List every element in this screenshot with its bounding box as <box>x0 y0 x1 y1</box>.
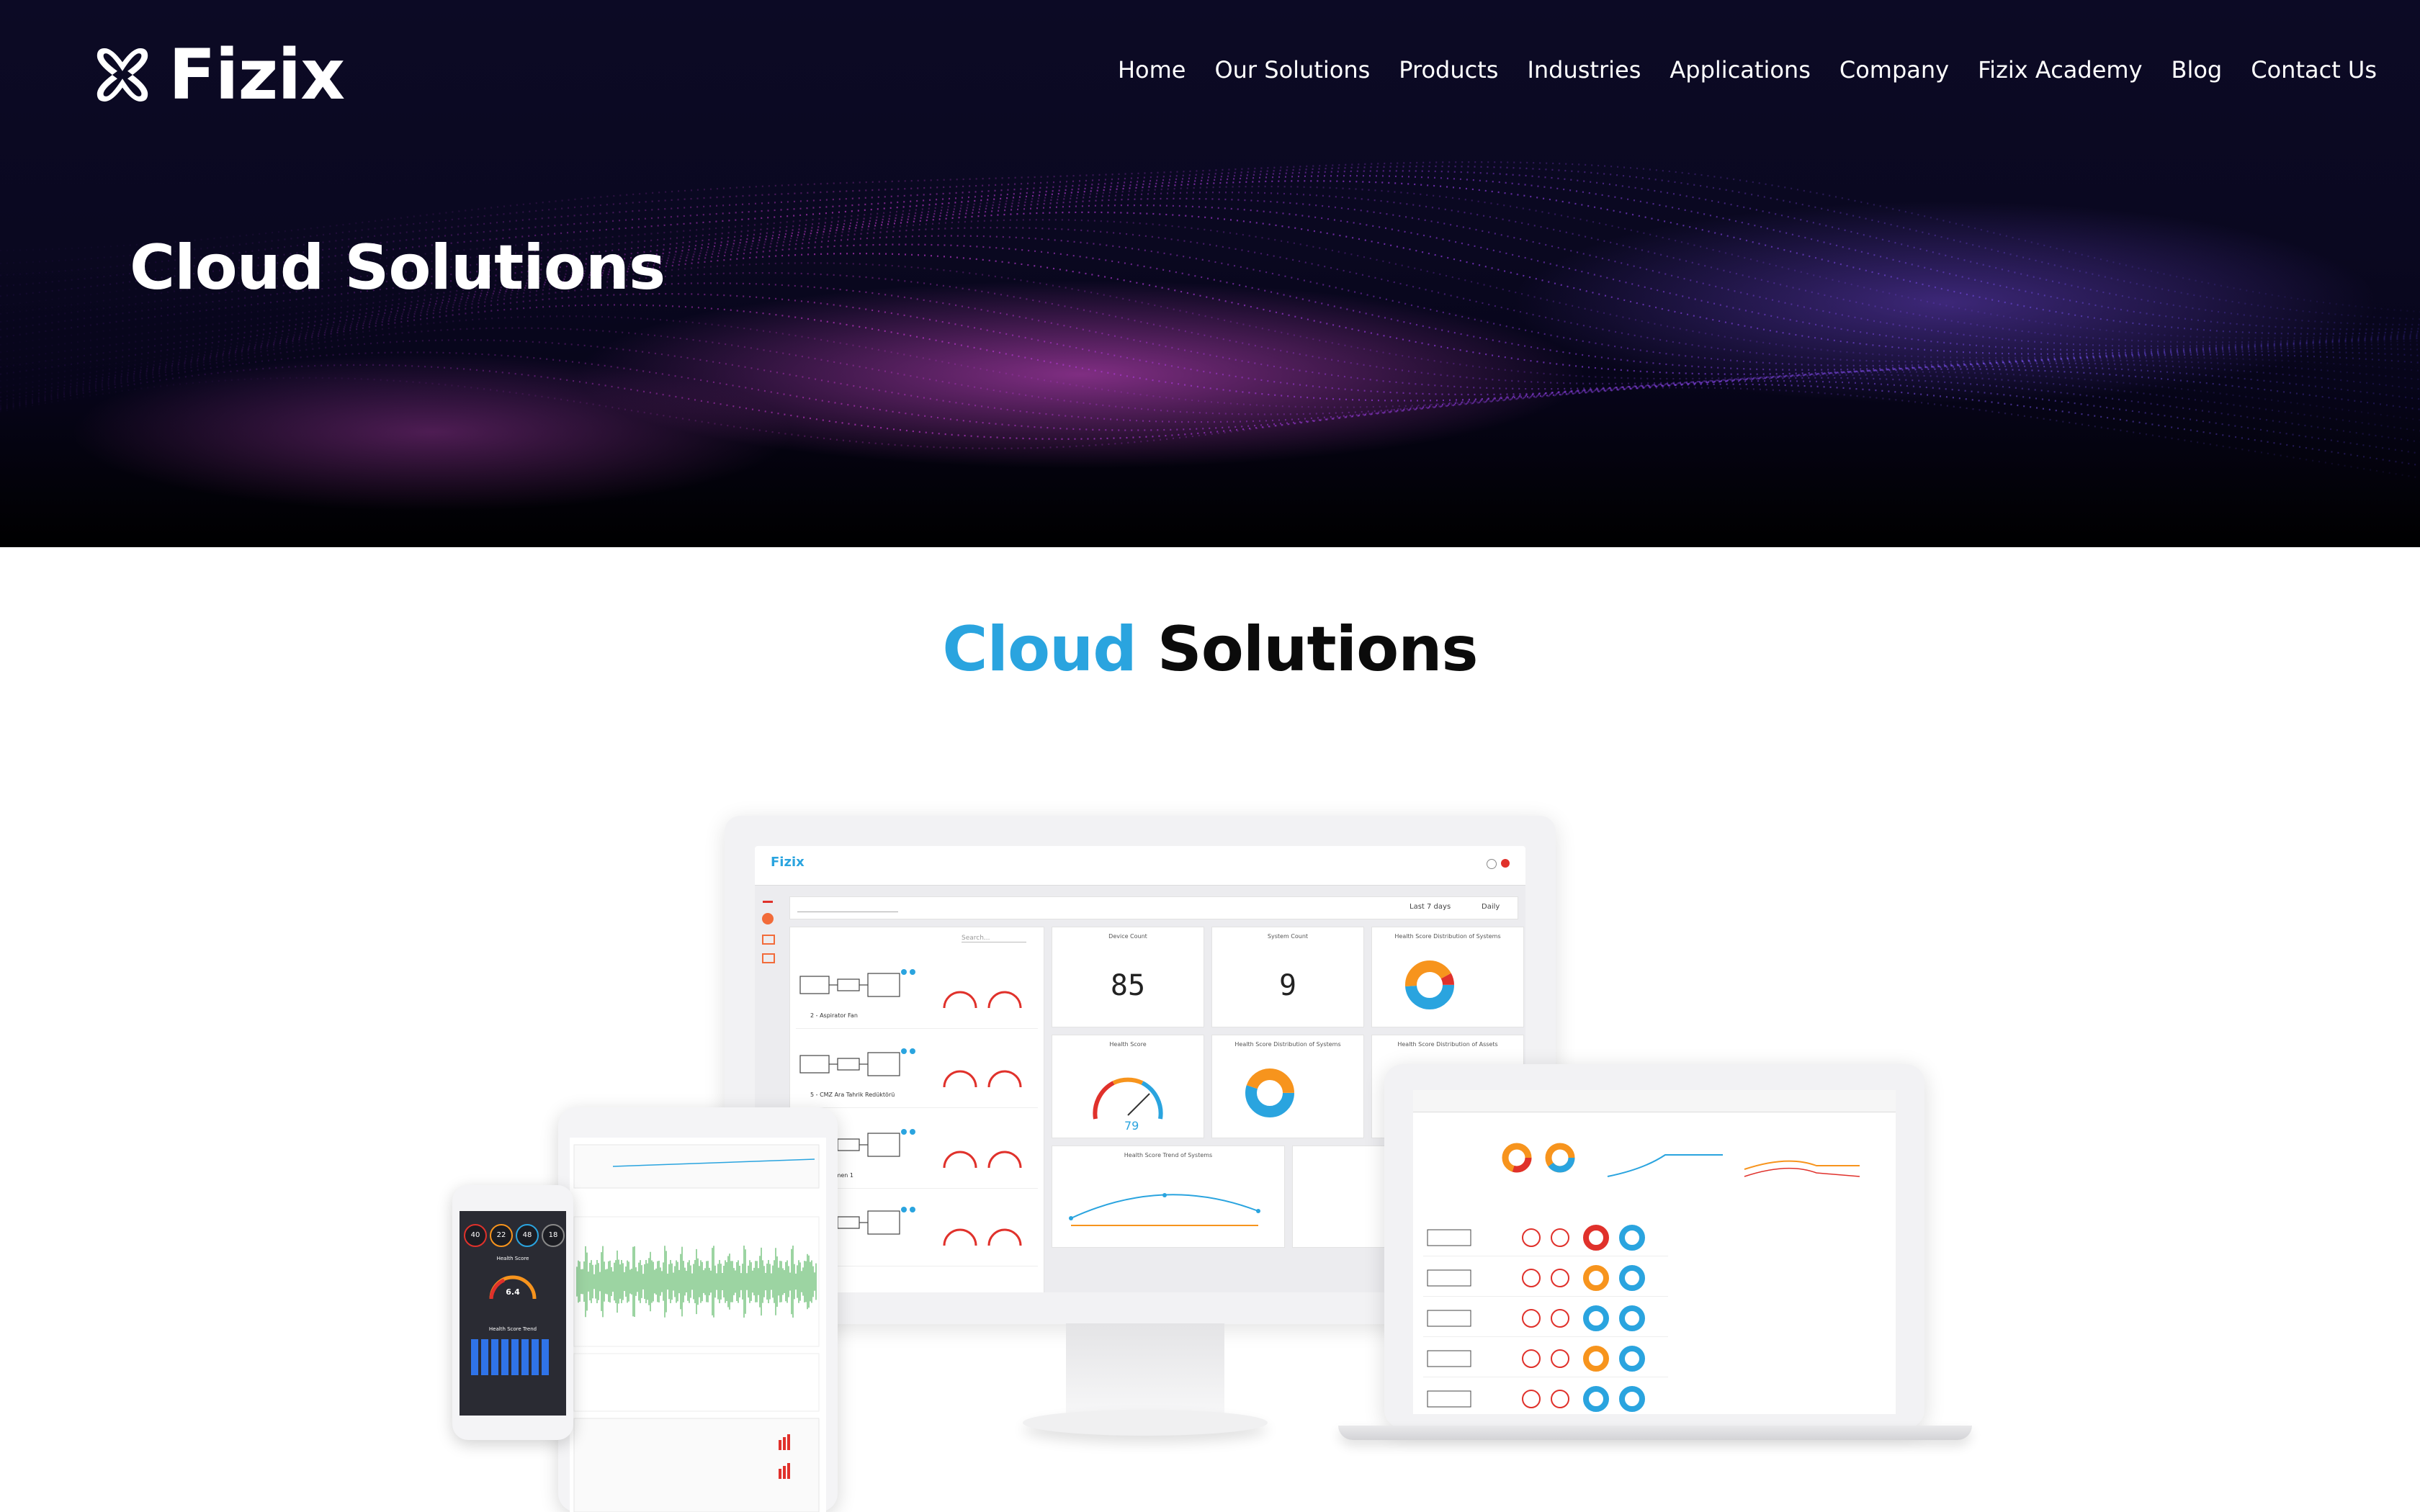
hero-banner: Fizix Home Our Solutions Products Indust… <box>0 0 2420 547</box>
systems-distribution-card: Health Score Distribution of Systems <box>1211 1035 1364 1138</box>
systems-distribution-label: Health Score Distribution of Systems <box>1234 1041 1341 1048</box>
monitor-stand <box>1066 1323 1224 1416</box>
device-count-card: Device Count 85 <box>1052 927 1204 1027</box>
asset-name: 5 - CMZ Ara Tahrik Redüktörü <box>810 1092 895 1098</box>
brand-name: Fizix <box>169 35 345 115</box>
section-title-accent: Cloud <box>942 613 1137 685</box>
alerts-nav-icon[interactable] <box>762 953 775 963</box>
phone-stat-3: 48 <box>516 1224 539 1247</box>
system-count-label: System Count <box>1267 933 1309 940</box>
tablet-screen <box>570 1138 826 1512</box>
asset-search-input[interactable]: Search... <box>962 935 1026 942</box>
asset-row[interactable]: 5 - CMZ Ara Tahrik Redüktörü <box>796 1035 1038 1108</box>
laptop-asset-row[interactable] <box>1423 1260 1668 1297</box>
laptop-row-graphic <box>1427 1225 1645 1251</box>
laptop-row-graphic <box>1427 1346 1645 1372</box>
section-title-rest: Solutions <box>1157 613 1479 685</box>
laptop-dashboard-screen <box>1413 1090 1896 1414</box>
tablet-mockup <box>558 1107 838 1512</box>
tablet-vibration-chart <box>573 1144 820 1512</box>
asset-mini-gauges <box>943 1151 1022 1169</box>
phone-stat-4: 18 <box>542 1224 565 1247</box>
nav-products[interactable]: Products <box>1399 56 1498 84</box>
laptop-donuts <box>1502 1143 1575 1173</box>
phone-gauge <box>489 1275 537 1300</box>
menu-icon[interactable] <box>763 901 773 903</box>
phone-stat-2: 22 <box>490 1224 513 1247</box>
laptop-row-graphic <box>1427 1265 1645 1291</box>
section-title: Cloud Solutions <box>0 613 2420 685</box>
laptop-asset-row[interactable] <box>1423 1381 1668 1414</box>
nav-blog[interactable]: Blog <box>2172 56 2223 84</box>
phone-screen: 40 22 48 18 Health Score 6.4 Health Scor… <box>460 1211 566 1416</box>
machine-schematic-icon <box>799 969 915 997</box>
dashboard-logo: Fizix <box>771 855 805 870</box>
asset-select[interactable] <box>797 903 898 912</box>
laptop-row-graphic <box>1427 1386 1645 1412</box>
system-count-card: System Count 9 <box>1211 927 1364 1027</box>
asset-mini-gauges <box>943 1070 1022 1088</box>
phone-mockup: 40 22 48 18 Health Score 6.4 Health Scor… <box>452 1185 573 1440</box>
settings-icon[interactable] <box>1487 859 1497 869</box>
phone-bar-chart <box>471 1339 549 1375</box>
systems-donut-chart <box>1245 1068 1294 1117</box>
machine-schematic-icon <box>799 1048 915 1076</box>
phone-health-value: 6.4 <box>506 1287 520 1297</box>
dashboard-nav-icon[interactable] <box>762 913 774 924</box>
brand-logo[interactable]: Fizix <box>91 35 345 115</box>
trend-line-chart <box>1069 1193 1260 1226</box>
phone-stat-1: 40 <box>464 1224 487 1247</box>
hero-title: Cloud Solutions <box>130 232 666 304</box>
asset-mini-gauges <box>943 1228 1022 1246</box>
range-select[interactable]: Last 7 days <box>1410 903 1451 911</box>
monitor-base <box>1023 1410 1268 1436</box>
nav-home[interactable]: Home <box>1118 56 1186 84</box>
asset-mini-gauges <box>943 991 1022 1009</box>
phone-trend-label: Health Score Trend <box>488 1326 537 1332</box>
asset-name: 2 - Aspirator Fan <box>810 1012 858 1019</box>
dashboard-sidebar <box>761 896 775 972</box>
interval-select[interactable]: Daily <box>1482 903 1500 911</box>
main-navigation: Home Our Solutions Products Industries A… <box>1118 56 2377 84</box>
device-count-label: Device Count <box>1108 933 1147 940</box>
laptop-asset-row[interactable] <box>1423 1341 1668 1377</box>
nav-company[interactable]: Company <box>1839 56 1949 84</box>
nav-contact-us[interactable]: Contact Us <box>2251 56 2377 84</box>
dashboard-filter-bar: Last 7 days Daily <box>789 896 1518 919</box>
distribution-donut-chart <box>1405 960 1454 1009</box>
dashboard-header: Fizix <box>755 846 1525 886</box>
nav-our-solutions[interactable]: Our Solutions <box>1214 56 1370 84</box>
distribution-card: Health Score Distribution of Systems <box>1371 927 1524 1027</box>
trend-card: Health Score Trend of Systems <box>1052 1146 1285 1248</box>
laptop-asset-row[interactable] <box>1423 1300 1668 1337</box>
trend-label: Health Score Trend of Systems <box>1124 1152 1213 1158</box>
distribution-label: Health Score Distribution of Systems <box>1394 933 1501 940</box>
fizix-x-icon <box>97 48 148 102</box>
phone-health-label: Health Score <box>496 1256 529 1261</box>
assets-nav-icon[interactable] <box>762 935 775 945</box>
asset-row[interactable]: 2 - Aspirator Fan <box>796 956 1038 1029</box>
nav-industries[interactable]: Industries <box>1527 56 1641 84</box>
health-score-label: Health Score <box>1109 1041 1147 1048</box>
laptop-mockup <box>1384 1064 1924 1428</box>
nav-applications[interactable]: Applications <box>1670 56 1810 84</box>
device-count-value: 85 <box>1110 969 1146 1002</box>
phone-stats: 40 22 48 18 <box>464 1224 565 1247</box>
laptop-header <box>1413 1090 1896 1112</box>
system-count-value: 9 <box>1278 969 1297 1002</box>
laptop-base <box>1338 1426 1972 1440</box>
laptop-trend-charts <box>1607 1154 1860 1177</box>
nav-fizix-academy[interactable]: Fizix Academy <box>1978 56 2142 84</box>
health-score-card: Health Score 79 <box>1052 1035 1204 1138</box>
laptop-asset-row[interactable] <box>1423 1220 1668 1256</box>
health-score-value: 79 <box>1124 1119 1139 1133</box>
laptop-row-graphic <box>1427 1305 1645 1331</box>
assets-distribution-label: Health Score Distribution of Assets <box>1397 1041 1498 1048</box>
notification-icon[interactable] <box>1501 859 1510 868</box>
